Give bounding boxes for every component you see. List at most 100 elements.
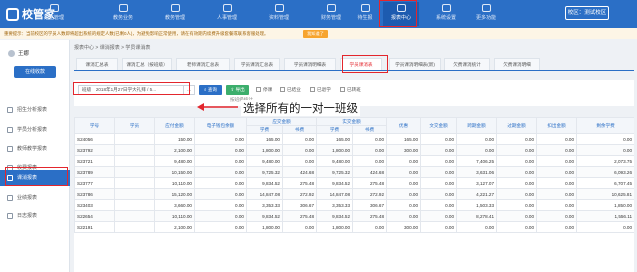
- sidebar-item-2[interactable]: 教师教学报表: [0, 141, 70, 157]
- checkbox-label: 已结业: [287, 87, 301, 92]
- tab-3[interactable]: 学员课消汇总表: [234, 58, 280, 70]
- tab-7[interactable]: 欠费课消统计: [444, 58, 490, 70]
- checkbox-dropped[interactable]: 已退学: [310, 86, 331, 94]
- table-cell: 0.00: [386, 210, 422, 222]
- nav-item-8[interactable]: 系统设置: [428, 2, 464, 26]
- table-cell: 3,631.06: [456, 166, 498, 178]
- more-icon: [481, 4, 491, 12]
- nav-item-4[interactable]: 资料管理: [261, 2, 297, 26]
- col-header[interactable]: 学费: [246, 125, 283, 134]
- tab-1[interactable]: 课消汇总（按班级）: [122, 58, 172, 70]
- table-cell: 1,800.00: [246, 144, 283, 156]
- table-cell: S23721: [74, 155, 115, 167]
- tab-0[interactable]: 课消汇总表: [76, 58, 118, 70]
- col-header[interactable]: 文交金额: [420, 117, 458, 134]
- table-cell: 9,834.52: [316, 210, 354, 222]
- table-cell: [114, 166, 155, 178]
- col-header[interactable]: 跨期金额: [456, 117, 498, 134]
- sidebar-item-0[interactable]: 招生分析报表: [0, 102, 70, 118]
- col-header[interactable]: 电子钱包余额: [194, 117, 247, 134]
- table-cell: [114, 221, 155, 233]
- export-button-label: 导出: [235, 87, 245, 92]
- nav-item-label: 人事管理: [216, 15, 237, 21]
- nav-item-2[interactable]: 教务管理: [157, 2, 193, 26]
- table-row[interactable]: S24056 150.00 0.00 165.00 0.00 165.00 0.00 165.…: [74, 133, 634, 145]
- nav-item-3[interactable]: 人事管理: [209, 2, 245, 26]
- table-cell: 306.67: [352, 199, 388, 211]
- table-cell: 0.00: [386, 155, 422, 167]
- table-cell: 2,100.00: [154, 144, 195, 156]
- tab-2[interactable]: 老师课消汇总表: [176, 58, 230, 70]
- academic-icon: [118, 4, 128, 12]
- table-row[interactable]: S23792 2,100.00 0.00 1,800.00 0.00 1,800.00 0.…: [74, 144, 634, 156]
- table-row[interactable]: S23721 9,480.00 0.00 9,480.00 0.00 9,480.00 0.…: [74, 155, 634, 167]
- sidebar: 王娜 在线收款 招生分析报表 学员分析报表 教师教学报表 收费报表 课消报表 业绩报表 日志…: [0, 40, 70, 272]
- data-table: 学号 学员 应付金额 电子钱包余额 应交金额 实交金额 优惠 文交金额 跨期金额…: [74, 117, 634, 272]
- table-cell: 1,503.33: [456, 199, 498, 211]
- checkbox-label: 已退学: [317, 87, 331, 92]
- nav-item-1[interactable]: 教务业务: [105, 2, 141, 26]
- campus-switch-button[interactable]: 校区：测试校区: [565, 6, 609, 20]
- col-header[interactable]: 应付金额: [154, 117, 195, 134]
- table-cell: 2,073.75: [576, 155, 634, 167]
- sidebar-item-label: 日志报表: [17, 213, 38, 219]
- notice-dismiss-button[interactable]: 我知道了: [303, 30, 328, 38]
- tab-4[interactable]: 学员课消明细表: [284, 58, 336, 70]
- table-row[interactable]: S22654 10,110.00 0.00 9,834.52 275.48 9,834.5…: [74, 210, 634, 222]
- table-cell: 0.00: [576, 144, 634, 156]
- table-cell: 0.00: [420, 221, 458, 233]
- table-cell: 300.00: [386, 144, 422, 156]
- table-row[interactable]: S22191 2,100.00 0.00 1,800.00 0.00 1,800.00 0.…: [74, 221, 634, 233]
- table-cell: 1,800.00: [316, 144, 354, 156]
- col-header[interactable]: 剩余学费: [576, 117, 634, 134]
- export-button[interactable]: ⇪ 导出: [226, 85, 249, 95]
- table-cell: 275.48: [352, 177, 388, 189]
- table-cell: 1,800.00: [246, 221, 283, 233]
- table-cell: 0.00: [352, 221, 388, 233]
- checkbox-box: [340, 87, 345, 93]
- col-header[interactable]: 书费: [281, 125, 318, 134]
- nav-item-0[interactable]: 招生管理: [36, 2, 72, 26]
- table-cell: 0.00: [536, 210, 578, 222]
- checkbox-graduated[interactable]: 已结业: [280, 86, 301, 94]
- col-header[interactable]: 优惠: [386, 117, 422, 134]
- sidebar-item-5[interactable]: 业绩报表: [0, 190, 70, 206]
- table-cell: 0.00: [420, 199, 458, 211]
- nav-item-9[interactable]: 更多功能: [468, 2, 504, 26]
- col-header[interactable]: 过期金额: [496, 117, 538, 134]
- table-row[interactable]: S23777 10,110.00 0.00 9,834.52 275.48 9,834.5…: [74, 177, 634, 189]
- col-header[interactable]: 书费: [352, 125, 388, 134]
- col-header[interactable]: 扣出金额: [536, 117, 578, 134]
- user-info[interactable]: 王娜: [8, 49, 29, 58]
- checkbox-transferred[interactable]: 已转班: [340, 86, 361, 94]
- tab-6[interactable]: 学员课消明细表(新): [389, 58, 441, 70]
- table-row[interactable]: S23786 15,120.00 0.00 14,847.08 272.92 14,847…: [74, 188, 634, 200]
- highlight-student-class-tab: [342, 55, 388, 73]
- table-cell: [114, 133, 155, 145]
- table-cell: 150.00: [154, 133, 195, 145]
- col-header[interactable]: 学费: [316, 125, 354, 134]
- sidebar-item-1[interactable]: 学员分析报表: [0, 122, 70, 138]
- table-cell: 9,834.52: [246, 177, 283, 189]
- table-cell: 0.00: [194, 133, 247, 145]
- annotation-text: 选择所有的一对一班级: [241, 100, 360, 116]
- finance-icon: [326, 4, 336, 12]
- table-row[interactable]: S23789 10,150.00 0.00 9,725.32 424.68 9,725.3…: [74, 166, 634, 178]
- nav-item-6[interactable]: 待生报: [347, 2, 383, 26]
- table-row[interactable]: S23403 3,660.00 0.00 3,353.33 306.67 3,353.33…: [74, 199, 634, 211]
- nav-item-5[interactable]: 财务管理: [313, 2, 349, 26]
- checkbox-suspended[interactable]: 停课: [256, 86, 272, 94]
- col-header[interactable]: 学号: [74, 117, 115, 134]
- nav-item-label: 财务管理: [320, 15, 341, 21]
- query-button-label: 查询: [207, 87, 218, 92]
- table-cell: 306.67: [281, 199, 318, 211]
- tab-8[interactable]: 欠费课消明细: [494, 58, 540, 70]
- query-button[interactable]: ⌕ 查询: [199, 85, 222, 95]
- table-cell: 0.00: [496, 166, 538, 178]
- sidebar-item-6[interactable]: 日志报表: [0, 208, 70, 224]
- col-header[interactable]: 学员: [114, 117, 155, 134]
- checkbox-label: 停课: [263, 87, 273, 92]
- online-receive-button[interactable]: 在线收款: [14, 66, 56, 78]
- table-cell: 10,625.81: [576, 188, 634, 200]
- log-icon: [7, 213, 13, 219]
